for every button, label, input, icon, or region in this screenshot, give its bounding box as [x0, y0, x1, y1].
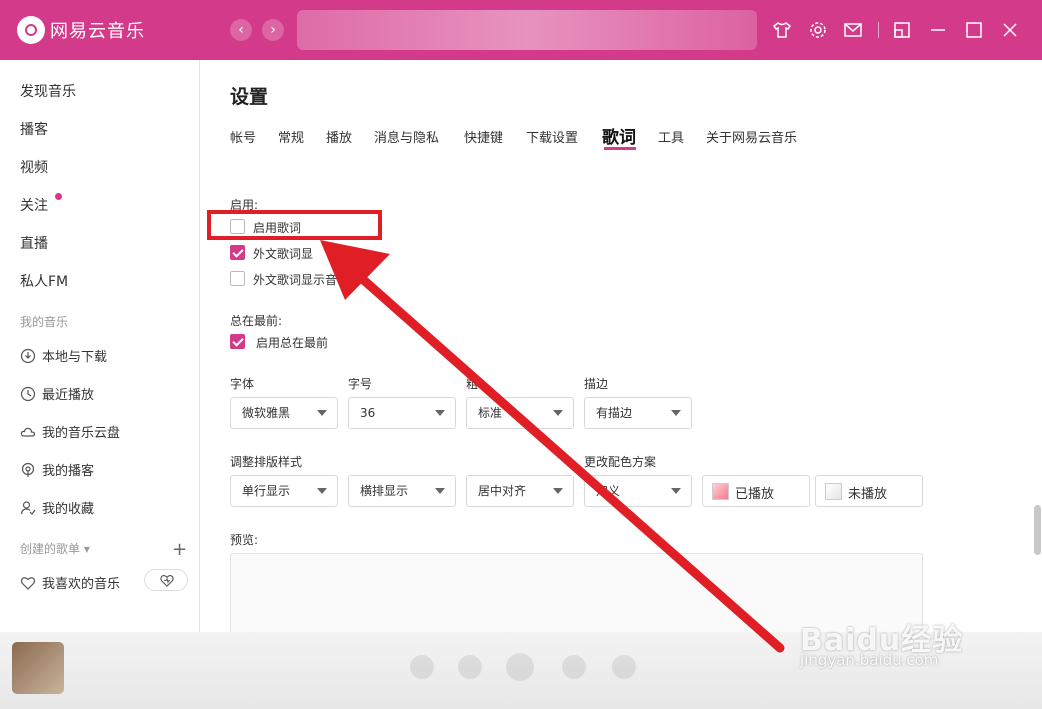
netease-music-logo-icon[interactable] [17, 16, 45, 44]
title-bar: 网易云音乐 ‹ › [0, 0, 1042, 60]
download-icon [20, 348, 36, 363]
settings-panel: 设置 帐号 常规 播放 消息与隐私 快捷键 下载设置 歌词 工具 关于网易云音乐… [201, 60, 1042, 643]
phonetic-lyrics-label: 外文歌词显示音译 [253, 273, 350, 287]
next-icon[interactable] [562, 655, 586, 679]
gear-icon[interactable] [808, 20, 828, 40]
sidebar-item-label: 我的音乐云盘 [42, 426, 121, 441]
heart-mode-button[interactable] [144, 569, 188, 591]
sidebar-item-label: 我喜欢的音乐 [42, 577, 121, 592]
sidebar-item-live[interactable]: 直播 [20, 233, 48, 253]
watermark-url-text: jingyan.baidu.com [800, 651, 939, 669]
annotation-highlight-box [207, 210, 382, 240]
sidebar-item-discover[interactable]: 发现音乐 [20, 81, 76, 101]
font-weight-select[interactable]: 标准 [466, 397, 574, 429]
sidebar-item-recent[interactable]: 最近播放 [20, 384, 94, 403]
sidebar-item-label: 我的播客 [42, 464, 95, 479]
search-input[interactable] [297, 10, 757, 50]
foreign-lyrics-label: 外文歌词显 [253, 247, 314, 261]
unplayed-color-button[interactable]: 未播放 [815, 475, 923, 507]
alignment-select[interactable]: 居中对齐 [466, 475, 574, 507]
sidebar-item-follow[interactable]: 关注 [20, 195, 48, 215]
scrollbar-thumb[interactable] [1034, 505, 1041, 555]
always-on-top-label: 启用总在最前 [256, 336, 329, 350]
maximize-icon[interactable] [964, 20, 984, 40]
sidebar-item-collection[interactable]: 我的收藏 [20, 498, 94, 517]
phonetic-lyrics-checkbox[interactable] [230, 271, 245, 286]
add-playlist-icon[interactable]: + [172, 539, 187, 560]
previous-icon[interactable] [458, 655, 482, 679]
sidebar-item-liked-music[interactable]: 我喜欢的音乐 [20, 573, 120, 592]
tab-account[interactable]: 帐号 [230, 127, 256, 146]
section-my-music: 我的音乐 [20, 315, 69, 329]
back-button[interactable]: ‹ [230, 19, 252, 41]
podcast-icon [21, 462, 35, 477]
tab-about[interactable]: 关于网易云音乐 [706, 127, 797, 146]
sidebar-item-podcast[interactable]: 播客 [20, 119, 48, 139]
sidebar-item-label: 本地与下载 [42, 350, 108, 365]
font-label: 字体 [230, 377, 255, 391]
user-collection-icon [20, 500, 36, 515]
unplayed-color-swatch [825, 483, 842, 500]
album-cover[interactable] [12, 642, 64, 694]
tab-shortcuts[interactable]: 快捷键 [464, 127, 503, 146]
heart-mode-icon [160, 574, 174, 587]
active-tab-indicator [604, 147, 636, 150]
font-size-label: 字号 [348, 377, 373, 391]
mini-mode-icon[interactable] [892, 20, 912, 40]
font-select[interactable]: 微软雅黑 [230, 397, 338, 429]
section-created-playlists[interactable]: 创建的歌单 ▾ [20, 540, 90, 557]
cloud-icon [20, 427, 36, 437]
font-size-select[interactable]: 36 [348, 397, 456, 429]
minimize-icon[interactable] [928, 20, 948, 40]
color-scheme-label: 更改配色方案 [584, 455, 657, 469]
skin-shirt-icon[interactable] [772, 20, 792, 40]
orientation-select[interactable]: 横排显示 [348, 475, 456, 507]
sidebar-item-my-podcast[interactable]: 我的播客 [20, 460, 94, 479]
tab-download[interactable]: 下载设置 [526, 127, 578, 146]
notification-dot [55, 193, 62, 200]
heart-icon [20, 576, 36, 590]
played-color-button[interactable]: 已播放 [702, 475, 810, 507]
sidebar-item-label: 我的收藏 [42, 502, 95, 517]
sidebar-item-personal-fm[interactable]: 私人FM [20, 271, 68, 291]
clock-icon [20, 386, 36, 401]
sidebar-item-video[interactable]: 视频 [20, 157, 48, 177]
font-weight-label: 粗 [466, 377, 479, 391]
share-icon[interactable] [612, 655, 636, 679]
tab-lyrics[interactable]: 歌词 [602, 123, 636, 148]
layout-label: 调整排版样式 [230, 455, 303, 469]
play-icon[interactable] [506, 653, 534, 681]
titlebar-divider [878, 22, 879, 38]
always-on-top-checkbox[interactable] [230, 334, 245, 349]
played-color-label: 已播放 [735, 487, 775, 502]
played-color-swatch [712, 483, 729, 500]
sidebar-item-local-download[interactable]: 本地与下载 [20, 346, 107, 365]
tab-privacy[interactable]: 消息与隐私 [374, 127, 439, 146]
sidebar: 发现音乐 播客 视频 关注 直播 私人FM 我的音乐 本地与下载 最近播放 我的… [0, 60, 200, 632]
tab-general[interactable]: 常规 [278, 127, 304, 146]
foreign-lyrics-checkbox[interactable] [230, 245, 245, 260]
unplayed-color-label: 未播放 [848, 487, 888, 502]
close-icon[interactable] [1000, 20, 1020, 40]
preview-label: 预览: [230, 533, 259, 547]
tab-tools[interactable]: 工具 [658, 127, 684, 146]
stroke-label: 描边 [584, 377, 609, 391]
sidebar-item-label: 最近播放 [42, 388, 95, 403]
page-title: 设置 [230, 86, 269, 108]
color-scheme-select[interactable]: 定义 [584, 475, 692, 507]
app-title: 网易云音乐 [50, 21, 145, 42]
tab-playback[interactable]: 播放 [326, 127, 352, 146]
mail-icon[interactable] [843, 20, 863, 40]
line-mode-select[interactable]: 单行显示 [230, 475, 338, 507]
forward-button[interactable]: › [262, 19, 284, 41]
always-on-top-section-label: 总在最前: [230, 314, 283, 328]
like-icon[interactable] [410, 655, 434, 679]
sidebar-item-cloud[interactable]: 我的音乐云盘 [20, 422, 120, 441]
stroke-select[interactable]: 有描边 [584, 397, 692, 429]
baidu-watermark: Baidu经验 jingyan.baidu.com [800, 615, 963, 669]
